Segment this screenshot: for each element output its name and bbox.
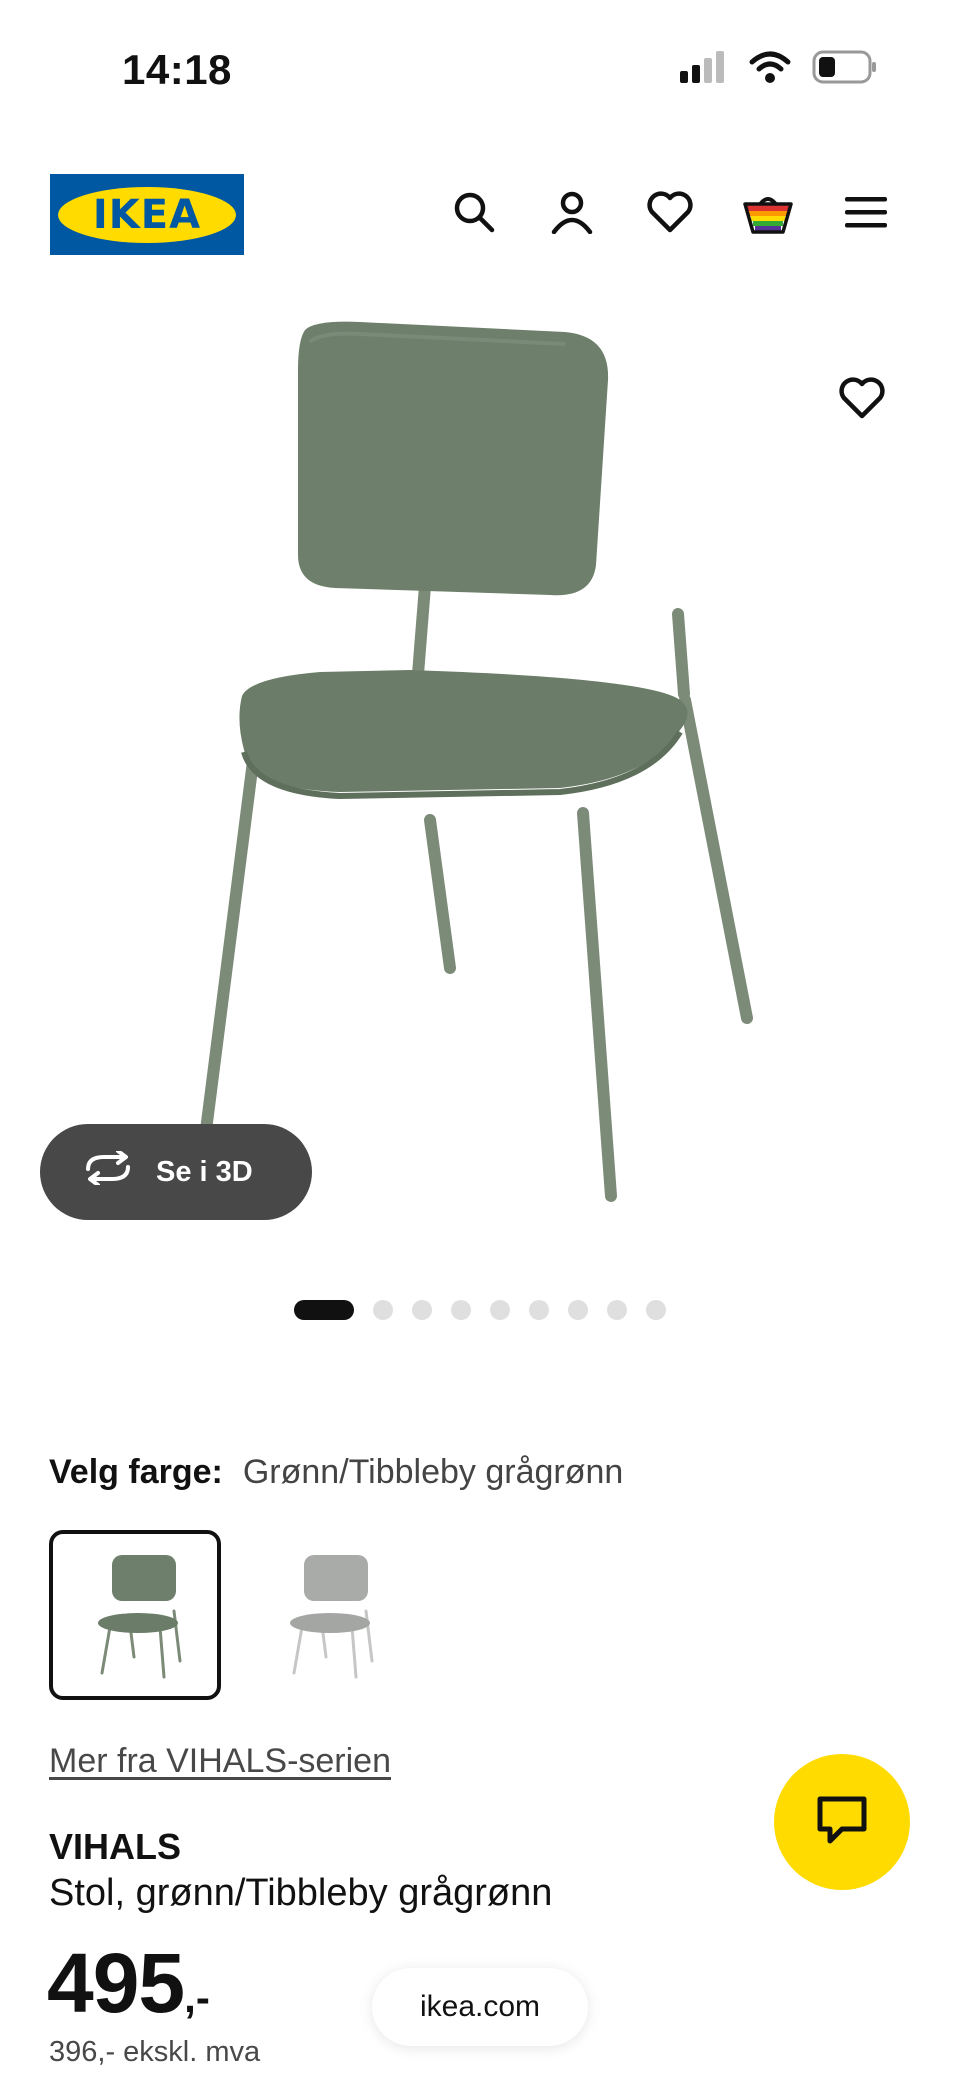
menu-icon (845, 195, 887, 234)
price-suffix: ,- (184, 1974, 210, 2021)
heart-icon (647, 190, 693, 238)
color-selector-row: Velg farge: Grønn/Tibbleby grågrønn (49, 1453, 623, 1492)
pagination-dot[interactable] (294, 1300, 354, 1320)
chair-thumbnail-grey (290, 1555, 374, 1679)
view-3d-label: Se i 3D (156, 1155, 253, 1188)
shopping-bag-icon (742, 190, 794, 239)
product-price: 495 ,- (47, 1935, 210, 2032)
pagination-dot[interactable] (451, 1300, 471, 1320)
product-name: VIHALS (49, 1826, 182, 1867)
chat-bubble-icon (816, 1795, 868, 1850)
series-link[interactable]: Mer fra VIHALS-serien (49, 1742, 391, 1781)
pagination-dot[interactable] (568, 1300, 588, 1320)
pagination-dot[interactable] (646, 1300, 666, 1320)
pagination-dot[interactable] (373, 1300, 393, 1320)
rotate-3d-icon (82, 1149, 134, 1193)
status-time: 14:18 (122, 46, 232, 93)
pagination-dot[interactable] (607, 1300, 627, 1320)
price-excl-vat: 396,- ekskl. mva (49, 2036, 261, 2068)
battery-icon (812, 50, 878, 89)
cellular-signal-icon (680, 51, 728, 88)
price-amount: 495 (47, 1936, 185, 2030)
product-image[interactable] (180, 300, 780, 1260)
search-button[interactable] (446, 186, 502, 242)
chat-button[interactable] (774, 1754, 910, 1890)
ikea-logo[interactable]: IKEA (50, 174, 244, 255)
wifi-icon (748, 50, 792, 89)
status-icons (680, 50, 878, 89)
profile-button[interactable] (544, 186, 600, 242)
product-description: Stol, grønn/Tibbleby grågrønn (49, 1872, 553, 1914)
pagination-dot[interactable] (490, 1300, 510, 1320)
color-swatch-grey[interactable] (241, 1530, 413, 1700)
pagination-dot[interactable] (529, 1300, 549, 1320)
cart-button[interactable] (740, 186, 796, 242)
view-3d-button[interactable]: Se i 3D (40, 1124, 312, 1220)
color-value: Grønn/Tibbleby grågrønn (242, 1453, 624, 1491)
chair-thumbnail-green (98, 1555, 182, 1679)
color-swatch-green[interactable] (49, 1530, 221, 1700)
browser-domain-pill[interactable]: ikea.com (372, 1968, 588, 2046)
wishlist-button[interactable] (642, 186, 698, 242)
logo-text: IKEA (58, 186, 236, 243)
pagination-dot[interactable] (412, 1300, 432, 1320)
profile-icon (550, 190, 594, 239)
product-wishlist-button[interactable] (832, 370, 892, 430)
heart-icon (839, 376, 885, 424)
product-page: 14:18 IKEA Se i 3D Velg farge: Grønn/Tib… (0, 0, 960, 2081)
gallery-pagination (294, 1300, 666, 1320)
search-icon (452, 190, 496, 239)
color-label: Velg farge: (49, 1453, 223, 1491)
menu-button[interactable] (838, 186, 894, 242)
